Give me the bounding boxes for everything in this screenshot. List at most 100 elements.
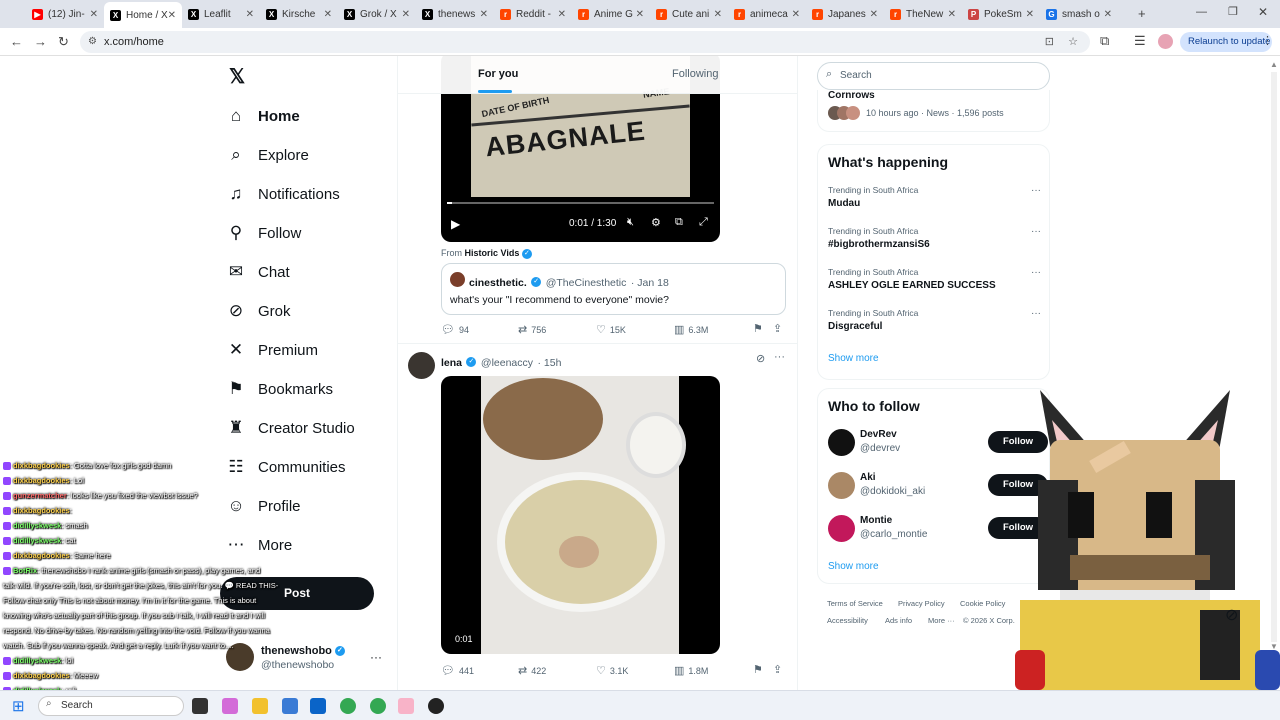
grok-icon[interactable]: ⊘ — [756, 352, 765, 365]
forward-icon[interactable]: → — [34, 34, 47, 49]
reload-icon[interactable]: ↻ — [58, 34, 69, 50]
close-tab-icon[interactable]: ✕ — [90, 9, 98, 20]
footer-link[interactable]: Privacy Policy — [898, 599, 945, 608]
site-info-icon[interactable]: ⚙ — [88, 31, 97, 53]
bookmark-button[interactable]: ⚑ — [753, 322, 763, 335]
maximize-icon[interactable]: ❐ — [1228, 5, 1238, 18]
reply-button[interactable]: 💬︎ 94 — [441, 323, 469, 336]
extensions-icon[interactable]: ⧉ — [1100, 33, 1109, 49]
browser-tab[interactable]: X Leaflit ✕ — [182, 4, 260, 24]
close-tab-icon[interactable]: ✕ — [324, 9, 332, 20]
close-tab-icon[interactable]: ✕ — [870, 9, 878, 20]
browser-tab[interactable]: X Home / X ✕ — [104, 2, 182, 28]
browser-tab[interactable]: r Cute ani ✕ — [650, 4, 728, 24]
browser-tab[interactable]: Gsmash o ✕ — [1040, 4, 1118, 24]
nav-item-notifications[interactable]: ♫ Notifications — [226, 179, 340, 209]
bookmark-button[interactable]: ⚑ — [753, 663, 763, 676]
nav-item-bookmarks[interactable]: ⚑ Bookmarks — [226, 374, 333, 404]
close-tab-icon[interactable]: ✕ — [168, 10, 176, 21]
like-button[interactable]: ♡ 15K — [596, 323, 626, 336]
account-more-icon[interactable]: ··· — [370, 650, 382, 664]
trend-more-icon[interactable]: ··· — [1031, 308, 1041, 319]
trend-item[interactable]: Trending in South Africa ASHLEY OGLE EARN… — [828, 267, 1043, 291]
chrome-icon[interactable] — [340, 698, 356, 714]
chrome-icon-2[interactable] — [370, 698, 386, 714]
bookmark-star-icon[interactable]: ☆ — [1068, 31, 1078, 53]
file-explorer-icon[interactable] — [252, 698, 268, 714]
browser-tab[interactable]: r Anime G ✕ — [572, 4, 650, 24]
suggestion-name[interactable]: DevRev — [860, 429, 897, 440]
play-icon[interactable]: ▶ — [451, 217, 460, 231]
browser-tab[interactable]: P PokeSm ✕ — [962, 4, 1040, 24]
footer-link[interactable]: Accessibility — [827, 616, 868, 625]
suggestion-name[interactable]: Montie — [860, 515, 892, 526]
browser-menu-icon[interactable]: ⋮ — [1262, 34, 1273, 47]
new-tab-icon[interactable]: + — [1138, 6, 1146, 21]
nav-item-communities[interactable]: ☷ Communities — [226, 452, 345, 482]
tweet-handle[interactable]: @leenaccy — [481, 357, 533, 369]
share-button[interactable]: ⇪ — [773, 322, 782, 335]
url-field[interactable]: ⚙ x.com/home ⊡ ☆ — [80, 31, 1090, 53]
close-tab-icon[interactable]: ✕ — [636, 9, 644, 20]
footer-link[interactable]: Terms of Service — [827, 599, 883, 608]
trend-more-icon[interactable]: ··· — [1031, 185, 1041, 196]
close-tab-icon[interactable]: ✕ — [792, 9, 800, 20]
footer-link[interactable]: Ads info — [885, 616, 912, 625]
trend-more-icon[interactable]: ··· — [1031, 226, 1041, 237]
quote-tweet[interactable]: cinesthetic. ✓ @TheCinesthetic · Jan 18 … — [441, 263, 786, 315]
back-icon[interactable]: ← — [10, 34, 23, 49]
reply-button[interactable]: 💬︎ 441 — [441, 664, 474, 677]
close-tab-icon[interactable]: ✕ — [480, 9, 488, 20]
browser-tab[interactable]: X Grok / X ✕ — [338, 4, 416, 24]
settings-icon[interactable]: ⚙ — [651, 216, 661, 229]
copilot-icon[interactable] — [222, 698, 238, 714]
close-tab-icon[interactable]: ✕ — [1026, 9, 1034, 20]
from-source[interactable]: Historic Vids — [465, 248, 520, 258]
share-button[interactable]: ⇪ — [773, 663, 782, 676]
outlook-icon[interactable] — [310, 698, 326, 714]
nav-item-grok[interactable]: ⊘ Grok — [226, 296, 291, 326]
install-icon[interactable]: ⊡ — [1045, 31, 1054, 53]
trend-item[interactable]: Trending in South Africa Disgraceful ··· — [828, 308, 1043, 332]
tweet-video[interactable]: 0:01 — [441, 376, 720, 654]
tweet-more-icon[interactable]: ··· — [774, 351, 785, 363]
suggestion-avatar[interactable] — [828, 515, 855, 542]
task-view-icon[interactable] — [192, 698, 208, 714]
show-more-link[interactable]: Show more — [828, 353, 879, 364]
close-window-icon[interactable]: ✕ — [1258, 5, 1268, 19]
trend-item[interactable]: Trending in South Africa #bigbrothermzans… — [828, 226, 1043, 250]
browser-tab[interactable]: Xthenews ✕ — [416, 4, 494, 24]
tweet-avatar[interactable] — [408, 352, 435, 379]
nav-item-profile[interactable]: ☺ Profile — [226, 491, 300, 521]
tweet-name[interactable]: lena — [441, 357, 462, 369]
trend-item[interactable]: Trending in South Africa Mudau ··· — [828, 185, 1043, 209]
browser-tab[interactable]: ▶ (12) Jin- ✕ — [26, 4, 104, 24]
browser-tab[interactable]: r TheNew ✕ — [884, 4, 962, 24]
views-button[interactable]: ▥ 6.3M — [674, 323, 708, 336]
show-more-link[interactable]: Show more — [828, 561, 879, 572]
suggestion-avatar[interactable] — [828, 472, 855, 499]
nav-item-follow[interactable]: ⚲ Follow — [226, 218, 302, 248]
pip-icon[interactable]: ⧉ — [675, 216, 683, 229]
windows-start-icon[interactable]: ⊞ — [12, 697, 25, 715]
search-input[interactable]: Search — [817, 62, 1050, 90]
scrollbar-up-icon[interactable]: ▲ — [1270, 60, 1278, 69]
footer-link[interactable]: More ··· — [928, 616, 955, 625]
nav-item-chat[interactable]: ✉ Chat — [226, 257, 290, 287]
repost-button[interactable]: ⇄ 756 — [518, 323, 546, 336]
tab-following[interactable]: Following — [672, 68, 718, 80]
repost-button[interactable]: ⇄ 422 — [518, 664, 546, 677]
trend-card[interactable]: Cornrows 10 hours ago · News · 1,596 pos… — [817, 90, 1050, 132]
browser-tab[interactable]: r animeca ✕ — [728, 4, 806, 24]
close-tab-icon[interactable]: ✕ — [948, 9, 956, 20]
account-name[interactable]: thenewshobo ✓ — [261, 645, 345, 657]
nav-item-premium[interactable]: ✕ Premium — [226, 335, 318, 365]
like-button[interactable]: ♡ 3.1K — [596, 664, 628, 677]
close-tab-icon[interactable]: ✕ — [402, 9, 410, 20]
nav-item-more[interactable]: ⋯ More — [226, 530, 293, 560]
minimize-icon[interactable]: — — [1196, 6, 1207, 18]
x-logo-icon[interactable]: 𝕏 — [226, 66, 248, 88]
reading-list-icon[interactable]: ☰ — [1134, 33, 1146, 49]
nav-item-creator-studio[interactable]: ♜ Creator Studio — [226, 413, 354, 443]
tweet-time[interactable]: · 15h — [537, 357, 561, 369]
